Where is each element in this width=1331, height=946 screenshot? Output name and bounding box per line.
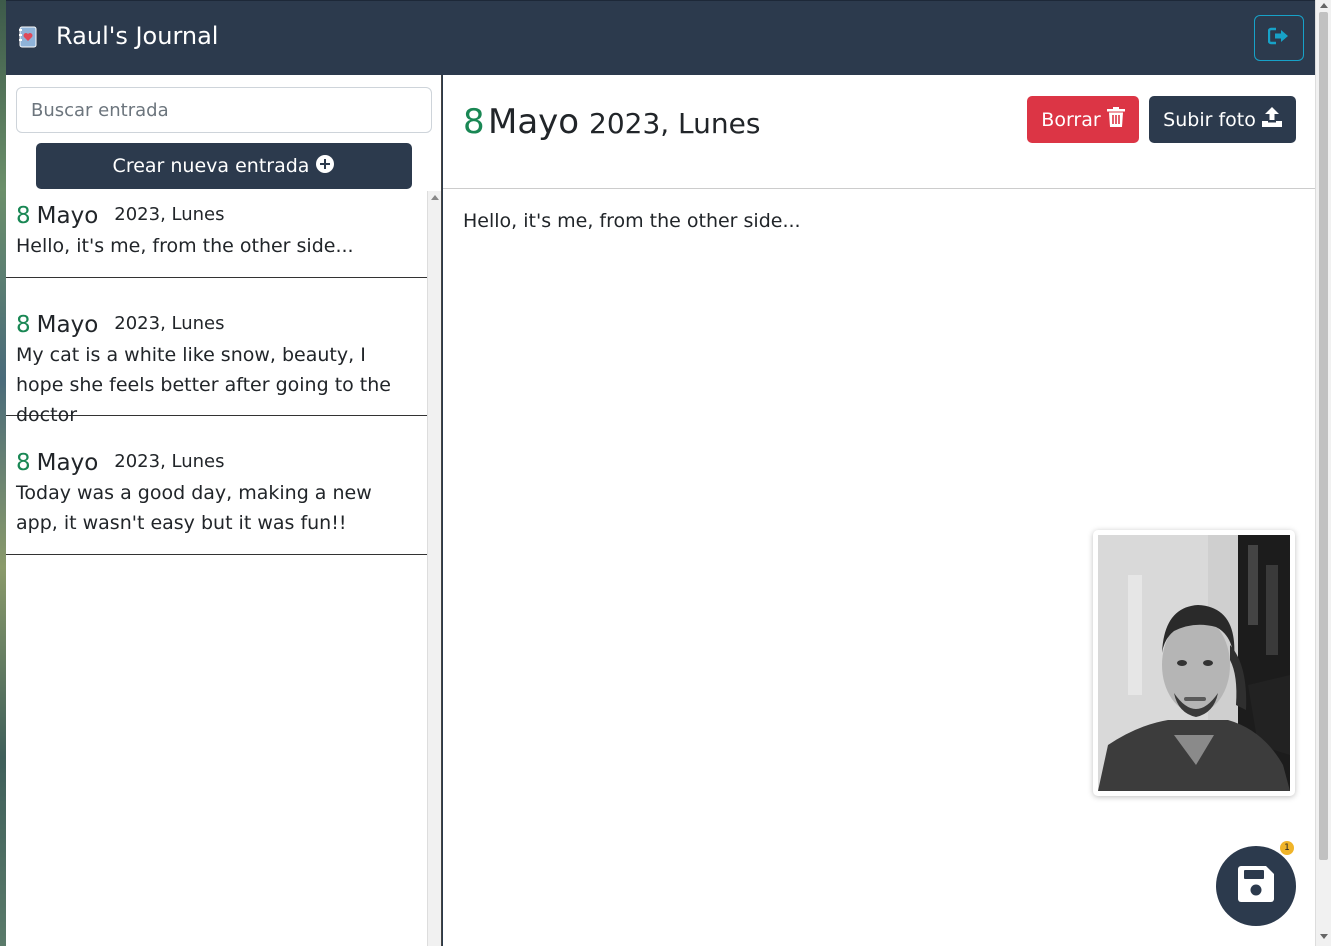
entry-item[interactable]: 8 Mayo 2023, Lunes Hello, it's me, from … (6, 191, 427, 278)
entry-preview: Hello, it's me, from the other side... (16, 235, 354, 257)
entry-editor: 8 Mayo 2023, Lunes Borrar Subir foto Hel… (443, 75, 1315, 946)
new-entry-label: Crear nueva entrada (112, 155, 310, 177)
entry-list: 8 Mayo 2023, Lunes Hello, it's me, from … (6, 191, 427, 946)
scrollbar-thumb[interactable] (1319, 12, 1328, 860)
logout-button[interactable] (1254, 15, 1304, 61)
new-entry-button[interactable]: Crear nueva entrada (36, 143, 412, 189)
entry-day: 8 (16, 203, 31, 229)
scroll-up-arrow-icon[interactable] (1320, 3, 1328, 8)
photo-card (1093, 530, 1295, 796)
page-scrollbar[interactable] (1315, 0, 1331, 946)
delete-label: Borrar (1041, 108, 1101, 131)
trash-icon (1106, 107, 1125, 132)
entry-month: Mayo (36, 312, 99, 338)
entry-year: 2023, Lunes (114, 313, 225, 334)
journal-icon (18, 26, 38, 48)
entry-month: Mayo (36, 203, 99, 229)
entry-month-name: Mayo (488, 102, 580, 142)
scroll-up-arrow-icon[interactable] (431, 195, 439, 200)
entry-month: Mayo (36, 450, 99, 476)
navbar: Raul's Journal (6, 0, 1315, 75)
upload-label: Subir foto (1163, 108, 1256, 131)
upload-photo-button[interactable]: Subir foto (1149, 96, 1296, 143)
sidebar: Crear nueva entrada 8 Mayo 2023, Lunes H… (6, 75, 442, 946)
entry-photo[interactable] (1098, 535, 1290, 791)
entry-item[interactable]: 8 Mayo 2023, Lunes My cat is a white lik… (6, 278, 427, 426)
logout-icon (1267, 27, 1290, 49)
entry-header: 8 Mayo 2023, Lunes Borrar Subir foto (443, 75, 1315, 189)
save-icon (1238, 866, 1274, 906)
entry-item[interactable]: 8 Mayo 2023, Lunes Today was a good day,… (6, 416, 427, 555)
entry-day-number: 8 (463, 102, 485, 142)
upload-icon (1261, 107, 1282, 132)
plus-circle-icon (315, 154, 335, 179)
search-input[interactable] (16, 87, 432, 133)
entry-year: 2023, Lunes (114, 204, 225, 225)
entry-day: 8 (16, 312, 31, 338)
notification-badge: 1 (1280, 841, 1294, 855)
app-title: Raul's Journal (56, 22, 219, 50)
delete-button[interactable]: Borrar (1027, 96, 1139, 143)
entry-day: 8 (16, 450, 31, 476)
entry-year-weekday: 2023, Lunes (589, 107, 761, 140)
entry-preview: Today was a good day, making a new app, … (16, 482, 372, 534)
sidebar-scrollbar[interactable] (427, 191, 441, 946)
entry-year: 2023, Lunes (114, 451, 225, 472)
save-button[interactable] (1216, 846, 1296, 926)
entry-body-textarea[interactable]: Hello, it's me, from the other side... (463, 210, 1293, 510)
scroll-down-arrow-icon[interactable] (1320, 934, 1328, 939)
